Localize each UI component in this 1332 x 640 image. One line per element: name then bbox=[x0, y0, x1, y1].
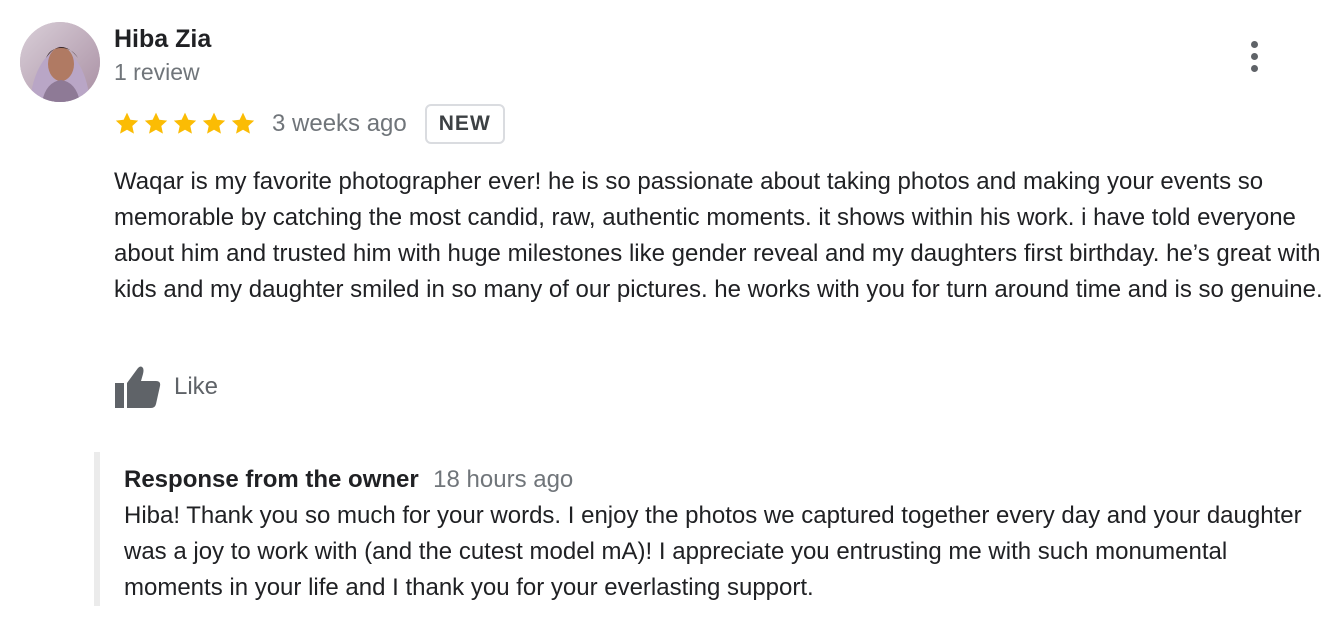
star-icon bbox=[202, 112, 226, 134]
response-header: Response from the owner 18 hours ago bbox=[124, 464, 1324, 496]
star-icon bbox=[231, 112, 255, 134]
like-button[interactable]: Like bbox=[114, 364, 218, 410]
more-options-button[interactable] bbox=[1238, 36, 1270, 76]
star-icon bbox=[173, 112, 197, 134]
like-label: Like bbox=[174, 373, 219, 400]
response-title: Response from the owner bbox=[124, 466, 419, 493]
review-text: Waqar is my favorite photographer ever! … bbox=[114, 168, 1323, 303]
owner-response: Response from the owner 18 hours ago Hib… bbox=[94, 452, 1324, 606]
star-icon bbox=[144, 112, 168, 134]
more-vert-icon bbox=[1250, 40, 1258, 48]
more-vert-icon-dot bbox=[1250, 52, 1258, 60]
star-icon bbox=[115, 112, 139, 134]
response-text: Hiba! Thank you so much for your words. … bbox=[124, 502, 1302, 601]
author-name[interactable]: Hiba Zia bbox=[114, 24, 211, 54]
avatar[interactable] bbox=[20, 22, 100, 102]
response-time: 18 hours ago bbox=[433, 466, 574, 493]
user-photo-avatar bbox=[20, 22, 100, 102]
review-count[interactable]: 1 review bbox=[114, 58, 200, 86]
more-vert-icon-dot bbox=[1250, 64, 1258, 72]
star-rating bbox=[114, 111, 256, 137]
thumbs-up-icon bbox=[115, 366, 161, 408]
new-badge: NEW bbox=[424, 104, 505, 144]
review-time: 3 weeks ago bbox=[272, 110, 407, 137]
rating-row: 3 weeks ago NEW bbox=[114, 103, 505, 145]
